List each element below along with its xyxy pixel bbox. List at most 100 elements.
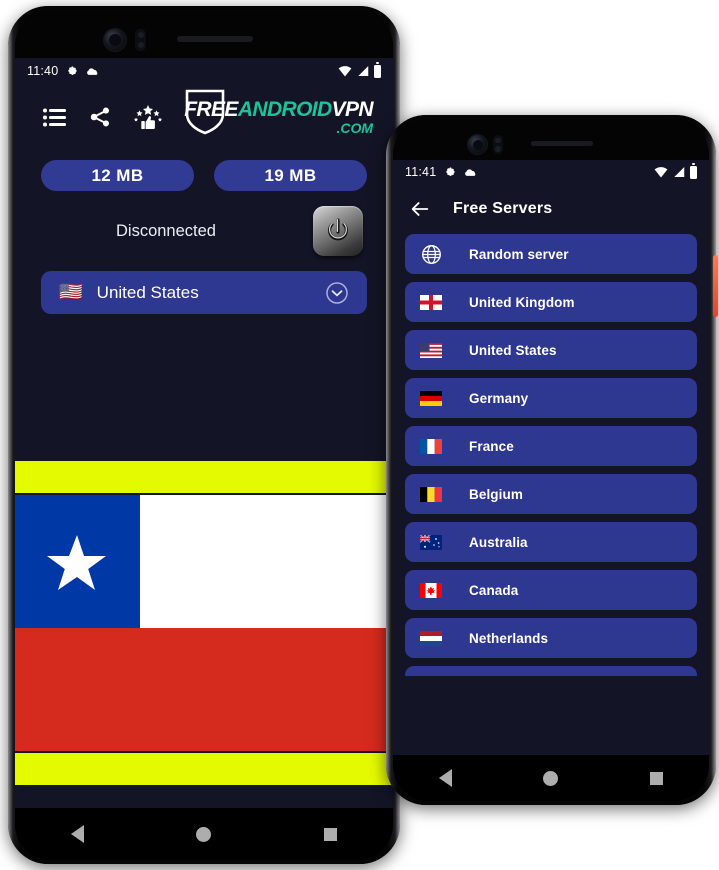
- server-list-item[interactable]: France: [405, 426, 697, 466]
- flag-icon: [419, 294, 443, 310]
- cloud-icon: [87, 68, 98, 75]
- chile-flag-top: [15, 495, 393, 629]
- flag-icon: [419, 534, 443, 550]
- connection-status: Disconnected: [116, 221, 216, 240]
- status-time: 11:40: [27, 64, 59, 78]
- server-name: Canada: [469, 582, 519, 598]
- sensor-dot: [137, 32, 144, 38]
- flag-icon: [420, 294, 442, 310]
- rate-icon[interactable]: [133, 104, 163, 130]
- logo-part-vpn: VPN: [331, 98, 374, 121]
- android-navbar-right: [393, 755, 709, 801]
- logo-part-free: FREE: [184, 98, 238, 121]
- back-arrow-icon[interactable]: [409, 198, 431, 220]
- signal-icon: [674, 167, 685, 177]
- flag-icon: [420, 582, 442, 598]
- front-camera-icon: [468, 135, 487, 154]
- flag-icon: [420, 390, 442, 406]
- flag-icon: [420, 486, 442, 502]
- phone-right-screen: 11:41 Free Servers Random server United …: [393, 160, 709, 755]
- signal-icon: [358, 66, 369, 76]
- wifi-icon: [338, 66, 352, 77]
- list-icon[interactable]: [43, 108, 67, 127]
- flag-icon: [419, 582, 443, 598]
- gear-icon: [446, 167, 456, 176]
- app-logo: FREE ANDROID VPN .COM: [184, 89, 374, 135]
- flag-icon: [419, 630, 443, 646]
- phone-right-hardware-strip: [393, 119, 709, 160]
- app-toolbar: FREE ANDROID VPN .COM: [15, 84, 393, 150]
- country-selector[interactable]: 🇺🇸 United States: [41, 271, 367, 314]
- status-time: 11:41: [405, 165, 437, 179]
- phone-left-screen: 11:40 FREE ANDROID VPN .COM 12 MB 19 MB …: [15, 58, 393, 808]
- star-icon: [47, 534, 107, 590]
- server-list-item[interactable]: Random server: [405, 234, 697, 274]
- sensor-dot: [137, 42, 144, 48]
- flag-icon: [419, 438, 443, 454]
- flag-icon: [420, 534, 442, 550]
- android-navbar-left: [15, 808, 393, 860]
- server-list-item-partial[interactable]: [405, 666, 697, 676]
- server-list-item[interactable]: Canada: [405, 570, 697, 610]
- recents-nav-icon[interactable]: [650, 771, 664, 785]
- cloud-icon: [465, 169, 476, 176]
- battery-icon: [690, 163, 697, 179]
- server-name: Belgium: [469, 486, 523, 502]
- chevron-down-icon[interactable]: [325, 281, 349, 305]
- proximity-sensor-icon: [493, 135, 503, 154]
- logo-part-com: .COM: [336, 120, 373, 136]
- home-nav-icon[interactable]: [543, 770, 559, 786]
- server-list-item[interactable]: United States: [405, 330, 697, 370]
- phone-left-hardware-strip: [15, 10, 393, 58]
- recents-nav-icon[interactable]: [323, 827, 337, 841]
- page-title: Free Servers: [453, 200, 553, 217]
- server-list-item[interactable]: United Kingdom: [405, 282, 697, 322]
- flag-icon: [419, 342, 443, 358]
- globe-icon: [421, 244, 441, 264]
- flag-icon: [420, 438, 442, 454]
- flag-icon: [419, 390, 443, 406]
- earpiece-speaker: [531, 141, 593, 146]
- wifi-icon: [654, 167, 668, 178]
- share-icon[interactable]: [89, 106, 111, 128]
- globe-icon: [419, 244, 443, 265]
- server-name: Australia: [469, 534, 528, 550]
- flag-icon: [419, 486, 443, 502]
- connection-row: Disconnected: [15, 205, 393, 257]
- server-name: Random server: [469, 246, 569, 262]
- servers-header: Free Servers: [393, 184, 709, 234]
- banner-flag-chile[interactable]: [15, 495, 393, 751]
- server-list: Random server United Kingdom United Stat…: [393, 234, 709, 676]
- chile-flag-white: [139, 495, 393, 629]
- flag-icon: [420, 342, 442, 358]
- camera-lens: [109, 34, 121, 46]
- server-name: Netherlands: [469, 630, 549, 646]
- server-list-item[interactable]: Germany: [405, 378, 697, 418]
- back-nav-icon[interactable]: [71, 825, 85, 843]
- server-list-item[interactable]: Netherlands: [405, 618, 697, 658]
- camera-lens: [472, 139, 483, 150]
- banner-bottom-band: [15, 753, 393, 785]
- logo-text: FREE ANDROID VPN .COM: [184, 99, 373, 135]
- phone-left-body: 11:40 FREE ANDROID VPN .COM 12 MB 19 MB …: [15, 10, 393, 860]
- server-list-item[interactable]: Belgium: [405, 474, 697, 514]
- phone-device-left: 11:40 FREE ANDROID VPN .COM 12 MB 19 MB …: [8, 6, 400, 864]
- sensor-dot: [495, 137, 501, 143]
- chile-flag-canton: [15, 495, 140, 629]
- power-connect-button[interactable]: [313, 206, 363, 256]
- usage-row: 12 MB 19 MB: [15, 160, 393, 191]
- server-list-item[interactable]: Australia: [405, 522, 697, 562]
- back-nav-icon[interactable]: [438, 769, 452, 787]
- sensor-dot: [495, 146, 501, 152]
- server-name: France: [469, 438, 514, 454]
- logo-part-android: ANDROID: [237, 98, 332, 121]
- banner-top-band: [15, 461, 393, 493]
- chile-flag-red: [15, 628, 393, 751]
- earpiece-speaker: [177, 36, 253, 42]
- phone-right-body: 11:41 Free Servers Random server United …: [393, 119, 709, 801]
- phone-device-right: 11:41 Free Servers Random server United …: [386, 115, 718, 805]
- home-nav-icon[interactable]: [196, 826, 212, 842]
- power-side-button[interactable]: [713, 255, 718, 317]
- server-name: United Kingdom: [469, 294, 575, 310]
- power-icon: [328, 218, 348, 241]
